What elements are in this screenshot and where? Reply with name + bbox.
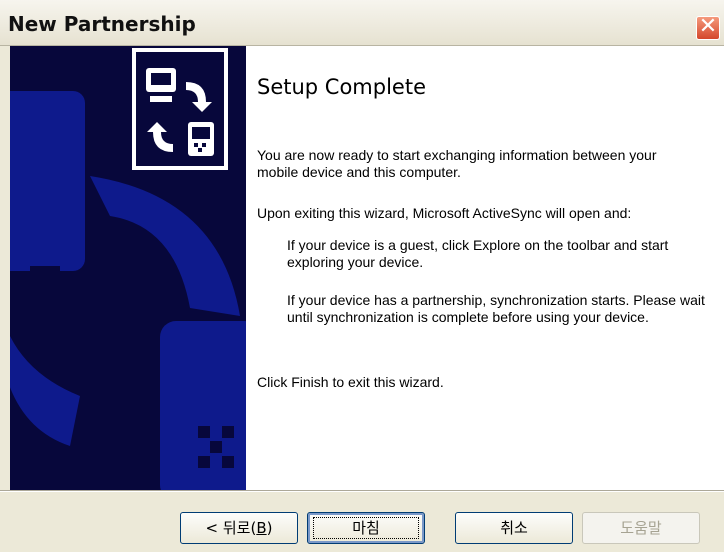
banner-graphic <box>10 48 246 490</box>
exit-info-text: Upon exiting this wizard, Microsoft Acti… <box>257 205 632 221</box>
title-bar[interactable]: New Partnership ✕ <box>0 0 724 46</box>
intro-text: You are now ready to start exchanging in… <box>257 147 657 180</box>
wizard-window: New Partnership ✕ Setup Complete You are… <box>0 0 724 552</box>
button-separator <box>0 490 724 492</box>
guest-info-text: If your device is a guest, click Explore… <box>287 237 669 270</box>
cancel-button[interactable]: 취소 <box>455 512 573 544</box>
window-title: New Partnership <box>8 12 196 36</box>
focus-rect <box>313 517 419 539</box>
close-icon[interactable]: ✕ <box>696 16 720 40</box>
finish-button[interactable]: 마침 <box>307 512 425 544</box>
page-title: Setup Complete <box>257 75 427 99</box>
back-button[interactable]: < 뒤로(B) <box>180 512 298 544</box>
sync-icon <box>132 48 228 170</box>
partnership-info-text: If your device has a partnership, synchr… <box>287 292 705 325</box>
computer-icon <box>146 68 176 102</box>
device-icon <box>188 122 214 156</box>
finish-instruction-text: Click Finish to exit this wizard. <box>257 374 444 390</box>
help-button[interactable]: 도움말 <box>582 512 700 544</box>
wizard-banner-image <box>10 46 246 490</box>
wizard-content: Setup Complete You are now ready to star… <box>246 46 724 490</box>
